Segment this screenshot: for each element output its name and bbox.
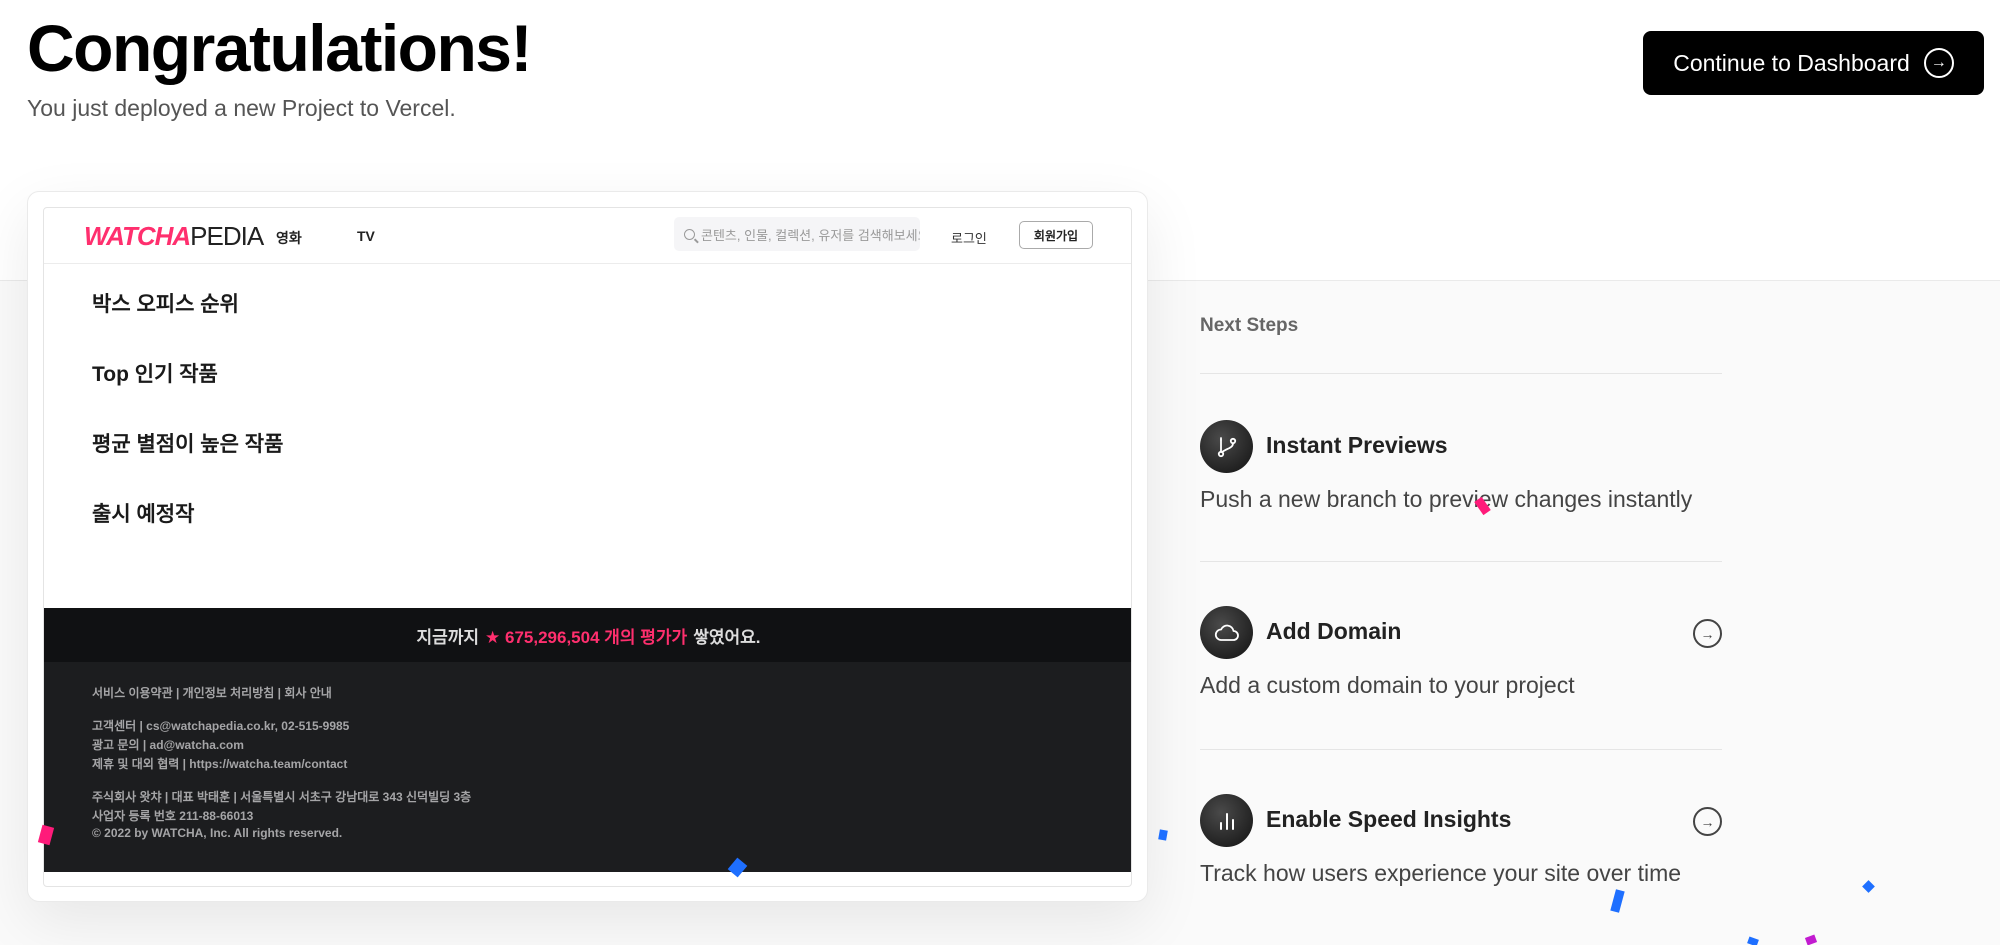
footer-contact-line: 광고 문의 | ad@watcha.com <box>92 738 244 752</box>
section-heading: 출시 예정작 <box>92 503 195 526</box>
page-subtitle: You just deployed a new Project to Verce… <box>27 95 456 121</box>
step-enable-speed-insights[interactable]: Enable Speed Insights → Track how users … <box>1200 794 1722 904</box>
bar-chart-icon <box>1200 794 1253 847</box>
deployment-preview-card[interactable]: WATCHAPEDIA 영화 TV 콘텐츠, 인물, 컬렉션, 유저를 검색해보… <box>27 191 1148 902</box>
step-description: Track how users experience your site ove… <box>1200 860 1682 886</box>
deployment-screenshot: WATCHAPEDIA 영화 TV 콘텐츠, 인물, 컬렉션, 유저를 검색해보… <box>43 207 1132 887</box>
step-description: Add a custom domain to your project <box>1200 672 1575 698</box>
step-add-domain[interactable]: Add Domain → Add a custom domain to your… <box>1200 606 1722 716</box>
step-title: Add Domain <box>1266 618 1402 644</box>
footer-contact-line: 제휴 및 대외 협력 | https://watcha.team/contact <box>92 757 348 771</box>
arrow-right-circle-icon[interactable]: → <box>1693 619 1722 648</box>
confetti-piece <box>1158 829 1168 841</box>
watcha-pedia-logo: WATCHAPEDIA <box>84 221 264 251</box>
rating-count: ★ 675,296,504 개의 평가가 <box>485 627 688 647</box>
divider <box>1200 561 1722 562</box>
arrow-right-circle-icon: → <box>1923 48 1954 78</box>
preview-login-link: 로그인 <box>951 231 987 246</box>
preview-site-header: WATCHAPEDIA 영화 TV 콘텐츠, 인물, 컬렉션, 유저를 검색해보… <box>44 208 1131 264</box>
next-steps-heading: Next Steps <box>1200 315 1299 336</box>
cloud-icon <box>1200 606 1253 659</box>
step-title: Instant Previews <box>1266 432 1448 458</box>
search-placeholder: 콘텐츠, 인물, 컬렉션, 유저를 검색해보세요. <box>701 227 920 243</box>
step-description: Push a new branch to preview changes ins… <box>1200 486 1693 512</box>
page-title: Congratulations! <box>27 11 532 85</box>
divider <box>1200 749 1722 750</box>
section-heading: Top 인기 작품 <box>92 363 218 386</box>
footer-company-line: 사업자 등록 번호 211-88-66013 <box>92 809 254 823</box>
rating-prefix: 지금까지 <box>416 627 480 647</box>
rating-count-banner: 지금까지 ★ 675,296,504 개의 평가가 쌓였어요. <box>44 608 1131 662</box>
step-instant-previews: Instant Previews Push a new branch to pr… <box>1200 420 1722 530</box>
section-heading: 박스 오피스 순위 <box>92 293 239 316</box>
footer-company-line: 주식회사 왓챠 | 대표 박태훈 | 서울특별시 서초구 강남대로 343 신덕… <box>92 790 472 804</box>
git-branch-icon <box>1200 420 1253 473</box>
arrow-right-circle-icon[interactable]: → <box>1693 807 1722 836</box>
continue-button-label: Continue to Dashboard <box>1673 49 1910 76</box>
search-icon <box>684 228 695 240</box>
continue-to-dashboard-button[interactable]: Continue to Dashboard → <box>1643 31 1984 95</box>
preview-signup-button: 회원가입 <box>1019 221 1093 249</box>
preview-site-footer: 서비스 이용약관 | 개인정보 처리방침 | 회사 안내 고객센터 | cs@w… <box>44 662 1131 872</box>
nav-tv: TV <box>357 228 375 244</box>
nav-movies: 영화 <box>276 230 302 246</box>
footer-contact-line: 고객센터 | cs@watchapedia.co.kr, 02-515-9985 <box>92 719 350 733</box>
step-title: Enable Speed Insights <box>1266 806 1512 832</box>
divider <box>1200 373 1722 374</box>
rating-suffix: 쌓였어요. <box>693 627 761 647</box>
section-heading: 평균 별점이 높은 작품 <box>92 433 284 456</box>
footer-links: 서비스 이용약관 | 개인정보 처리방침 | 회사 안내 <box>92 686 332 700</box>
preview-section-list: 박스 오피스 순위 Top 인기 작품 평균 별점이 높은 작품 출시 예정작 <box>92 288 283 568</box>
footer-copyright: © 2022 by WATCHA, Inc. All rights reserv… <box>92 826 343 840</box>
preview-search-field: 콘텐츠, 인물, 컬렉션, 유저를 검색해보세요. <box>674 217 920 251</box>
